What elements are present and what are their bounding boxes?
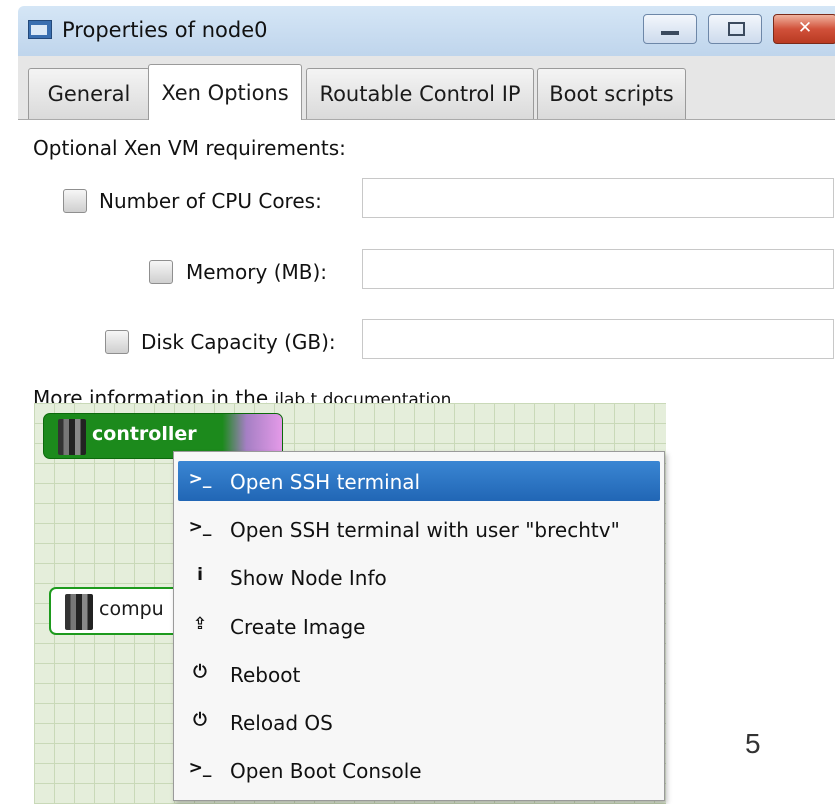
minimize-icon (661, 31, 679, 35)
menu-item-label: Show Node Info (230, 566, 387, 590)
server-icon (58, 419, 86, 455)
menu-item-label: Reboot (230, 663, 301, 687)
section-label: Optional Xen VM requirements: (33, 136, 346, 160)
slide-page-number: 5 (745, 728, 761, 759)
window-app-icon (28, 20, 52, 39)
node-label: compu (99, 598, 164, 620)
menu-item-label: Reload OS (230, 711, 333, 735)
title-bar: Properties of node0 ✕ (18, 6, 835, 56)
window-title: Properties of node0 (62, 18, 268, 42)
menu-item-show-node-info[interactable]: i Show Node Info (178, 557, 660, 597)
menu-item-label: Open SSH terminal (230, 470, 421, 494)
upload-icon: ⇪ (192, 614, 208, 634)
properties-window: Properties of node0 ✕ General Xen Option… (18, 6, 835, 436)
menu-item-label: Open Boot Console (230, 759, 422, 783)
memory-checkbox[interactable] (149, 260, 173, 284)
menu-item-reload-os[interactable]: ⏻ Reload OS (178, 702, 660, 742)
maximize-button[interactable] (708, 14, 762, 44)
close-button[interactable]: ✕ (773, 14, 835, 44)
terminal-icon: >_ (188, 758, 212, 778)
menu-item-open-ssh-terminal[interactable]: >_ Open SSH terminal (178, 461, 660, 501)
tab-xen-options[interactable]: Xen Options (148, 64, 302, 121)
memory-input[interactable] (362, 249, 834, 289)
info-icon: i (197, 565, 203, 585)
tab-general[interactable]: General (28, 68, 150, 119)
menu-item-reboot[interactable]: ⏻ Reboot (178, 654, 660, 694)
menu-item-label: Create Image (230, 615, 366, 639)
server-icon (65, 594, 93, 630)
menu-item-open-ssh-terminal-user[interactable]: >_ Open SSH terminal with user "brechtv" (178, 509, 660, 549)
menu-item-create-image[interactable]: ⇪ Create Image (178, 606, 660, 646)
node-label: controller (92, 423, 197, 445)
cpu-cores-checkbox[interactable] (63, 189, 87, 213)
tab-routable-control-ip[interactable]: Routable Control IP (306, 68, 534, 119)
terminal-icon: >_ (188, 517, 212, 537)
tab-bar: General Xen Options Routable Control IP … (18, 56, 835, 121)
menu-item-open-boot-console[interactable]: >_ Open Boot Console (178, 750, 660, 790)
power-icon: ⏻ (193, 662, 207, 682)
node-context-menu: >_ Open SSH terminal >_ Open SSH termina… (173, 451, 665, 801)
close-icon: ✕ (797, 18, 813, 38)
node-compute[interactable]: compu (49, 587, 193, 635)
minimize-button[interactable] (643, 14, 697, 44)
terminal-icon: >_ (188, 469, 212, 489)
tab-boot-scripts[interactable]: Boot scripts (537, 68, 686, 119)
disk-capacity-input[interactable] (362, 319, 834, 359)
menu-item-label: Open SSH terminal with user "brechtv" (230, 518, 620, 542)
memory-label: Memory (MB): (186, 260, 328, 284)
xen-options-panel: Optional Xen VM requirements: Number of … (18, 120, 835, 436)
maximize-icon (728, 22, 745, 36)
cpu-cores-input[interactable] (362, 178, 834, 218)
disk-capacity-checkbox[interactable] (105, 330, 129, 354)
disk-capacity-label: Disk Capacity (GB): (141, 330, 336, 354)
cpu-cores-label: Number of CPU Cores: (99, 189, 322, 213)
power-icon: ⏻ (193, 710, 207, 730)
